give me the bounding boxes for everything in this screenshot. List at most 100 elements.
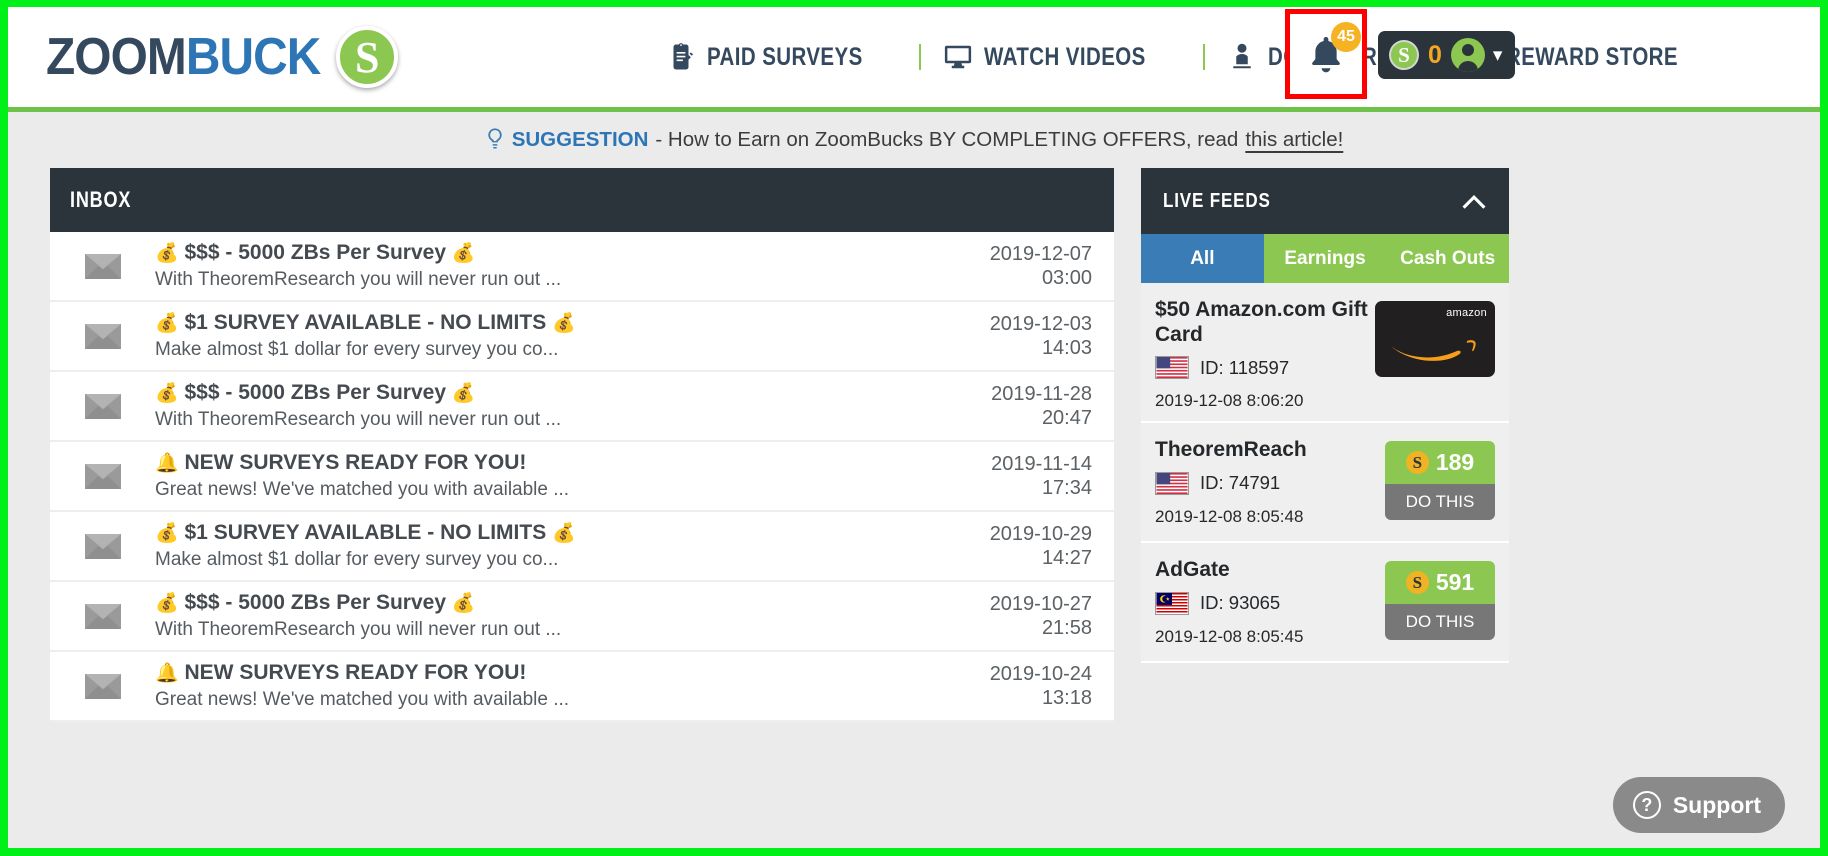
- message-emoji-left: 💰: [155, 243, 179, 265]
- feed-item-info: AdGate ID: 93065 2019-12-08 8:05:45: [1155, 557, 1375, 651]
- message-date: 2019-10-29: [989, 522, 1092, 545]
- inbox-title: INBOX: [70, 187, 132, 212]
- lightbulb-icon: [485, 127, 505, 153]
- message-subject-text: $$$ - 5000 ZBs Per Survey: [178, 381, 452, 405]
- envelope-icon: [50, 531, 155, 562]
- feed-item-info: $50 Amazon.com Gift Card ID: 118597 2019-1…: [1155, 297, 1375, 411]
- site-logo[interactable]: ZOOMBUCK S: [46, 7, 399, 107]
- live-feeds-tab-cash-outs[interactable]: Cash Outs: [1386, 234, 1510, 283]
- nav-label: PAID SURVEYS: [707, 42, 863, 71]
- feed-item-id: ID: 74791: [1200, 472, 1281, 494]
- reward-value: 591: [1435, 569, 1475, 596]
- reward-amount-area: S 189: [1385, 441, 1495, 485]
- suggestion-banner: SUGGESTION - How to Earn on ZoomBucks BY…: [8, 112, 1820, 168]
- inbox-header: INBOX: [50, 168, 1114, 232]
- page-body: INBOX 💰 $$$ - 5000 ZBs Per Survey 💰 With …: [8, 168, 1820, 848]
- message-timestamp: 2019-10-24 13:18: [938, 662, 1114, 711]
- live-feed-item[interactable]: AdGate ID: 93065 2019-12-08 8:05:45 S 591 DO …: [1141, 543, 1509, 664]
- nav-label: WATCH VIDEOS: [984, 42, 1146, 71]
- message-emoji-left: 🔔: [155, 453, 179, 475]
- reward-value: 189: [1435, 449, 1475, 476]
- envelope-icon: [50, 601, 155, 632]
- us-flag-icon: [1155, 356, 1189, 380]
- reward-amount-area: S 591: [1385, 561, 1495, 605]
- live-feed-item[interactable]: $50 Amazon.com Gift Card ID: 118597 2019-1…: [1141, 283, 1509, 424]
- message-time: 13:18: [1041, 687, 1092, 709]
- inbox-message-row[interactable]: 🔔 NEW SURVEYS READY FOR YOU! Great news!…: [50, 442, 1114, 512]
- envelope-icon: [50, 391, 155, 422]
- user-avatar-icon: [1450, 38, 1485, 72]
- envelope-icon: [50, 251, 155, 282]
- feed-reward-button[interactable]: S 189 DO THIS: [1385, 441, 1495, 521]
- inbox-message-row[interactable]: 💰 $1 SURVEY AVAILABLE - NO LIMITS 💰 Make …: [50, 302, 1114, 372]
- do-this-button[interactable]: DO THIS: [1385, 484, 1495, 521]
- browser-viewport: ZOOMBUCK S PAID SURVEYS WATCH VIDEOS REW…: [8, 7, 1820, 848]
- message-date: 2019-11-14: [991, 452, 1092, 475]
- live-feeds-tabs: All Earnings Cash Outs: [1141, 234, 1510, 283]
- message-subject: 💰 $1 SURVEY AVAILABLE - NO LIMITS 💰: [155, 521, 926, 546]
- logo-text-wrapper: ZOOMBUCK: [46, 31, 321, 83]
- message-preview: With TheoremResearch you will never run …: [155, 408, 562, 430]
- message-subject-text: NEW SURVEYS READY FOR YOU!: [178, 451, 527, 475]
- coin-icon: S: [1389, 40, 1419, 70]
- message-body: 🔔 NEW SURVEYS READY FOR YOU! Great news!…: [155, 661, 938, 711]
- live-feed-item[interactable]: TheoremReach ID: 74791 2019-12-08 8:05:48 S…: [1141, 423, 1509, 544]
- feed-item-visual: amazon: [1375, 297, 1495, 411]
- feed-item-title: AdGate: [1155, 558, 1230, 582]
- message-timestamp: 2019-11-14 17:34: [938, 452, 1114, 501]
- message-body: 💰 $1 SURVEY AVAILABLE - NO LIMITS 💰 Make …: [155, 311, 938, 361]
- chevron-up-icon[interactable]: [1461, 193, 1487, 209]
- inbox-message-row[interactable]: 💰 $$$ - 5000 ZBs Per Survey 💰 With Theore…: [50, 582, 1114, 652]
- live-feeds-tab-earnings[interactable]: Earnings: [1263, 234, 1387, 283]
- nav-item-watch-videos[interactable]: WATCH VIDEOS: [921, 42, 1203, 72]
- suggestion-article-link[interactable]: this article!: [1245, 128, 1343, 152]
- envelope-icon: [50, 461, 155, 492]
- feed-item-id-row: ID: 93065: [1155, 591, 1375, 615]
- message-date: 2019-10-27: [989, 592, 1092, 615]
- suggestion-label: SUGGESTION: [511, 128, 649, 151]
- message-subject: 💰 $$$ - 5000 ZBs Per Survey 💰: [155, 381, 926, 406]
- bell-icon: 45: [1303, 22, 1361, 76]
- feed-item-info: TheoremReach ID: 74791 2019-12-08 8:05:48: [1155, 437, 1375, 531]
- amazon-logo-text: amazon: [1446, 307, 1487, 319]
- live-feeds-tab-all[interactable]: All: [1141, 234, 1264, 283]
- feed-item-timestamp: 2019-12-08 8:05:45: [1155, 626, 1304, 646]
- message-time: 17:34: [1041, 477, 1092, 499]
- message-emoji-right: 💰: [552, 523, 576, 545]
- person-laptop-icon: [1227, 42, 1257, 72]
- message-subject: 💰 $$$ - 5000 ZBs Per Survey 💰: [155, 241, 926, 266]
- nav-item-paid-surveys[interactable]: PAID SURVEYS: [644, 42, 919, 72]
- feed-item-timestamp: 2019-12-08 8:06:20: [1155, 391, 1304, 411]
- inbox-message-row[interactable]: 💰 $$$ - 5000 ZBs Per Survey 💰 With Theore…: [50, 232, 1114, 302]
- live-feeds-panel: LIVE FEEDS All Earnings Cash Outs $50 Amaz…: [1141, 168, 1510, 848]
- notification-badge: 45: [1331, 22, 1361, 52]
- message-emoji-right: 💰: [451, 593, 476, 615]
- message-emoji-right: 💰: [552, 313, 576, 335]
- question-circle-icon: ?: [1632, 791, 1661, 819]
- message-body: 💰 $$$ - 5000 ZBs Per Survey 💰 With Theore…: [155, 591, 938, 641]
- inbox-message-list: 💰 $$$ - 5000 ZBs Per Survey 💰 With Theore…: [50, 232, 1114, 722]
- feed-item-title: $50 Amazon.com Gift Card: [1155, 298, 1368, 347]
- message-body: 💰 $$$ - 5000 ZBs Per Survey 💰 With Theore…: [155, 381, 938, 431]
- message-timestamp: 2019-12-07 03:00: [938, 242, 1114, 291]
- notifications-button[interactable]: 45: [1285, 9, 1367, 99]
- coin-icon: S: [1405, 571, 1429, 595]
- do-this-button[interactable]: DO THIS: [1385, 604, 1495, 641]
- support-label: Support: [1672, 791, 1761, 818]
- clipboard-pencil-icon: [666, 42, 696, 72]
- inbox-message-row[interactable]: 💰 $$$ - 5000 ZBs Per Survey 💰 With Theore…: [50, 372, 1114, 442]
- message-subject-text: NEW SURVEYS READY FOR YOU!: [178, 661, 527, 685]
- feed-item-id: ID: 93065: [1200, 592, 1281, 614]
- inbox-message-row[interactable]: 💰 $1 SURVEY AVAILABLE - NO LIMITS 💰 Make …: [50, 512, 1114, 582]
- inbox-message-row[interactable]: 🔔 NEW SURVEYS READY FOR YOU! Great news!…: [50, 652, 1114, 722]
- chevron-down-icon: ▾: [1492, 44, 1503, 66]
- feed-reward-button[interactable]: S 591 DO THIS: [1385, 561, 1495, 641]
- message-preview: With TheoremResearch you will never run …: [155, 268, 562, 290]
- user-account-menu[interactable]: S 0 ▾: [1378, 31, 1516, 79]
- live-feeds-header[interactable]: LIVE FEEDS: [1141, 168, 1509, 234]
- support-widget[interactable]: ? Support: [1612, 777, 1785, 833]
- feed-item-id-row: ID: 74791: [1155, 471, 1375, 495]
- message-time: 20:47: [1041, 407, 1092, 429]
- message-timestamp: 2019-11-28 20:47: [938, 382, 1114, 431]
- message-subject-text: $1 SURVEY AVAILABLE - NO LIMITS: [178, 311, 553, 335]
